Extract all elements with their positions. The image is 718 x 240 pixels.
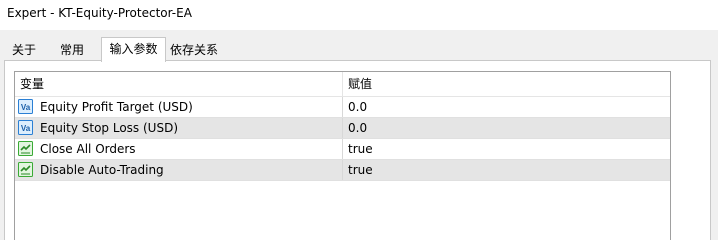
variable-name: Equity Stop Loss (USD) xyxy=(40,121,178,135)
svg-text:Va: Va xyxy=(21,103,31,112)
svg-text:Va: Va xyxy=(21,124,31,133)
value-cell[interactable]: true xyxy=(343,139,670,159)
variable-cell[interactable]: Disable Auto-Trading xyxy=(15,160,343,180)
input-row-equity-profit-target[interactable]: Va Equity Profit Target (USD) 0.0 xyxy=(15,97,670,118)
input-row-close-all-orders[interactable]: Close All Orders true xyxy=(15,139,670,160)
tab-inputs[interactable]: 输入参数 xyxy=(101,37,166,62)
number-value-icon: Va xyxy=(18,99,33,114)
title-bar[interactable]: Expert - KT-Equity-Protector-EA xyxy=(0,0,718,30)
variable-name: Disable Auto-Trading xyxy=(40,163,164,177)
value-cell[interactable]: 0.0 xyxy=(343,118,670,138)
grid-header: 变量 赋值 xyxy=(15,72,670,97)
tab-common[interactable]: 常用 xyxy=(52,40,92,60)
column-header-variable[interactable]: 变量 xyxy=(15,72,343,96)
input-row-equity-stop-loss[interactable]: Va Equity Stop Loss (USD) 0.0 xyxy=(15,118,670,139)
value-cell[interactable]: 0.0 xyxy=(343,97,670,117)
column-header-value[interactable]: 赋值 xyxy=(343,72,670,96)
boolean-value-icon xyxy=(18,141,33,156)
expert-properties-window: Expert - KT-Equity-Protector-EA 关于 常用 输入… xyxy=(0,0,718,240)
tab-dependencies[interactable]: 依存关系 xyxy=(166,40,222,60)
value-cell[interactable]: true xyxy=(343,160,670,180)
input-row-disable-auto-trading[interactable]: Disable Auto-Trading true xyxy=(15,160,670,181)
number-value-icon: Va xyxy=(18,120,33,135)
variable-cell[interactable]: Va Equity Profit Target (USD) xyxy=(15,97,343,117)
tab-about[interactable]: 关于 xyxy=(7,40,41,60)
window-title: Expert - KT-Equity-Protector-EA xyxy=(7,6,192,20)
variable-cell[interactable]: Va Equity Stop Loss (USD) xyxy=(15,118,343,138)
variable-name: Equity Profit Target (USD) xyxy=(40,100,193,114)
variable-name: Close All Orders xyxy=(40,142,136,156)
variable-cell[interactable]: Close All Orders xyxy=(15,139,343,159)
boolean-value-icon xyxy=(18,162,33,177)
inputs-grid: 变量 赋值 Va Equity Profit Target (USD) 0.0 … xyxy=(14,71,671,240)
